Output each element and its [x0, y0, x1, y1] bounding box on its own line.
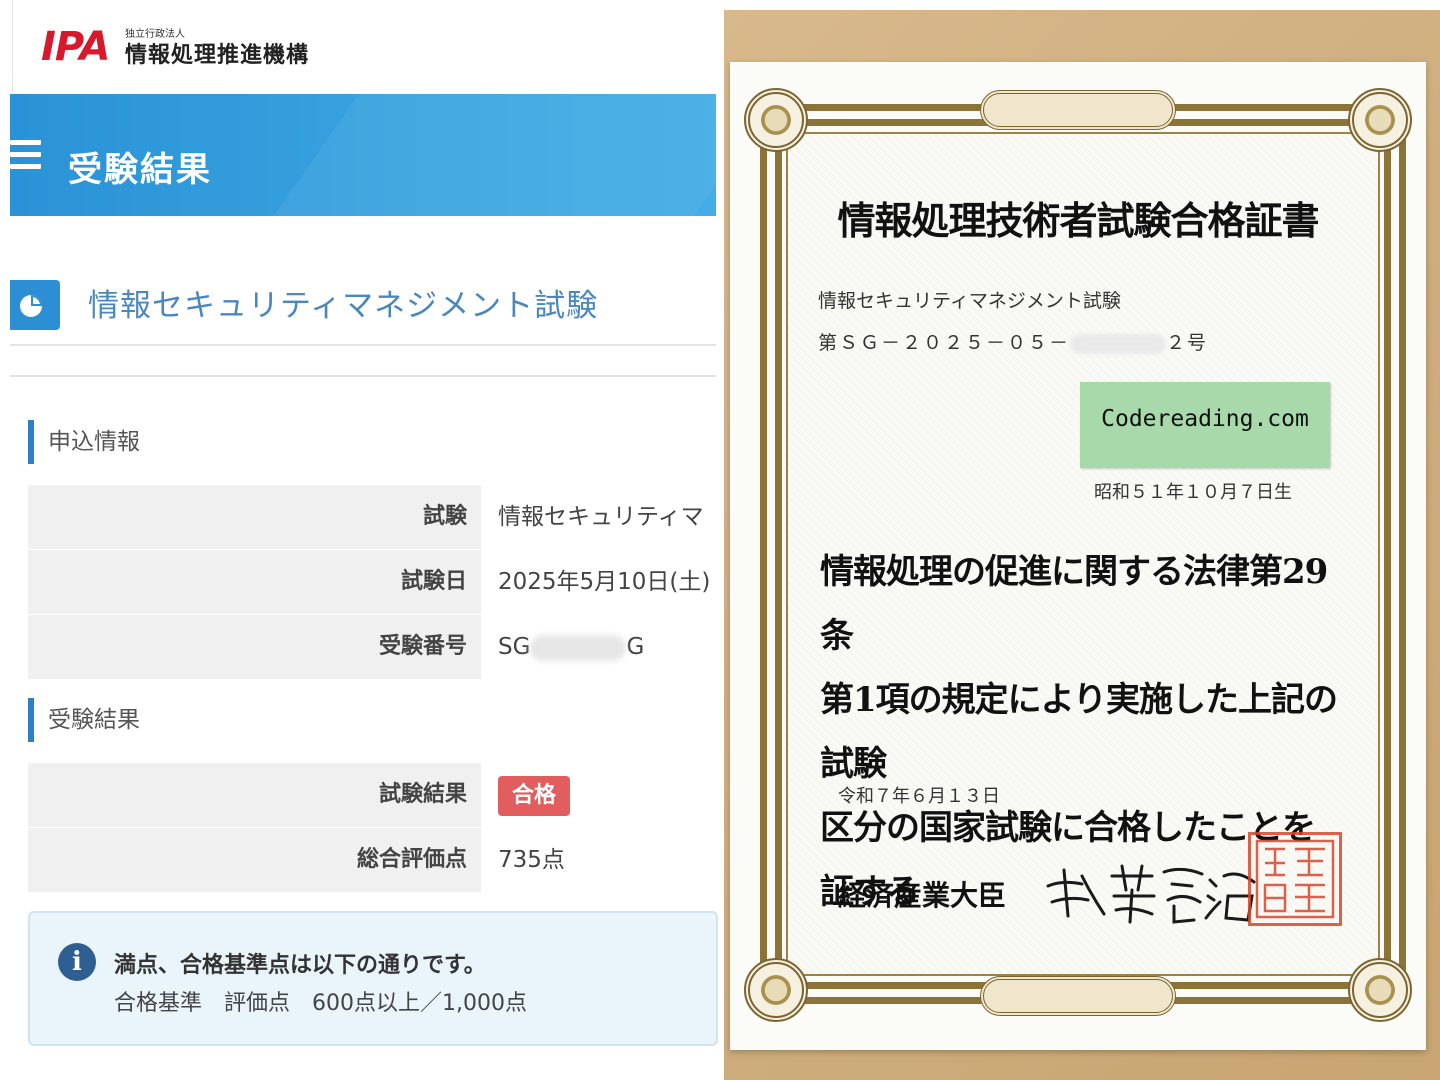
corner-ornament — [1348, 958, 1412, 1022]
page-title: 受験結果 — [68, 150, 212, 190]
row-value: 情報セキュリティマ — [481, 485, 718, 549]
section-application-label: 申込情報 — [28, 420, 140, 464]
sticker-text: Codereading.com — [1101, 406, 1309, 432]
examinee-number-prefix: SG — [498, 634, 531, 660]
site-header: IPA 独立行政法人 情報処理推進機構 — [12, 0, 718, 92]
corner-ornament — [1348, 88, 1412, 152]
exam-name: 情報セキュリティマネジメント試験 — [88, 288, 599, 324]
org-name: 情報処理推進機構 — [125, 43, 310, 68]
certificate-number-suffix: ２号 — [1166, 332, 1209, 354]
info-detail: 合格基準 評価点 600点以上／1,000点 — [114, 991, 527, 1016]
official-seal — [1248, 832, 1342, 926]
row-key: 受験番号 — [28, 615, 481, 679]
row-key: 試験結果 — [28, 763, 481, 827]
ipa-result-panel: IPA 独立行政法人 情報処理推進機構 受験結果 情報セキュリティマネジメント試… — [0, 0, 718, 1080]
certificate-title: 情報処理技術者試験合格証書 — [837, 198, 1319, 243]
result-table: 試験結果 合格 総合評価点 735点 — [28, 763, 718, 893]
table-row: 試験 情報セキュリティマ — [28, 485, 718, 550]
birth-date: 昭和５１年１０月７日生 — [1094, 482, 1292, 503]
row-key: 試験日 — [28, 550, 481, 614]
name-cover-sticker: Codereading.com — [1080, 382, 1330, 468]
table-row: 受験番号 SG G — [28, 615, 718, 680]
row-value: 2025年5月10日(土) — [481, 550, 718, 614]
certificate-paper: 情報処理技術者試験合格証書 情報セキュリティマネジメント試験 第ＳＧ－２０２５－… — [730, 62, 1426, 1050]
certificate-photo: 情報処理技術者試験合格証書 情報セキュリティマネジメント試験 第ＳＧ－２０２５－… — [724, 10, 1440, 1080]
pass-badge: 合格 — [498, 775, 571, 816]
row-key: 総合評価点 — [28, 828, 481, 892]
divider — [10, 375, 716, 377]
exam-heading: 情報セキュリティマネジメント試験 — [10, 270, 716, 346]
certificate-number-prefix: 第ＳＧ－２０２５－０５－ — [818, 332, 1071, 354]
body-line: 情報処理の促進に関する法律第29条 — [820, 552, 1328, 656]
issue-date: 令和７年６月１３日 — [838, 786, 1000, 807]
top-ornament — [980, 90, 1176, 130]
examinee-number-suffix: G — [626, 634, 645, 660]
section-result-label: 受験結果 — [28, 698, 140, 742]
info-box: i 満点、合格基準点は以下の通りです。 合格基準 評価点 600点以上／1,00… — [28, 911, 718, 1046]
table-row: 試験日 2025年5月10日(土) — [28, 550, 718, 615]
row-value: 合格 — [481, 763, 718, 827]
page-title-bar: 受験結果 — [10, 94, 716, 216]
row-key: 試験 — [28, 485, 481, 549]
table-row: 総合評価点 735点 — [28, 828, 718, 893]
redaction-blur — [530, 634, 627, 661]
hamburger-menu-icon[interactable] — [10, 140, 42, 172]
application-table: 試験 情報セキュリティマ 試験日 2025年5月10日(土) 受験番号 SG G — [28, 485, 718, 680]
body-line: 第1項の規定により実施した上記の試験 — [820, 680, 1338, 784]
corner-ornament — [744, 88, 808, 152]
pie-chart-icon — [10, 280, 60, 330]
certificate-exam: 情報セキュリティマネジメント試験 — [818, 290, 1121, 312]
certificate-number: 第ＳＧ－２０２５－０５－ ２号 — [818, 328, 1208, 355]
table-row: 試験結果 合格 — [28, 763, 718, 828]
score-value: 735点 — [481, 828, 718, 892]
handwritten-signature — [1046, 864, 1256, 924]
redaction-blur — [1070, 334, 1167, 354]
info-heading: 満点、合格基準点は以下の通りです。 — [114, 953, 486, 978]
info-icon: i — [58, 943, 96, 981]
ipa-logo[interactable]: IPA — [41, 24, 110, 70]
bottom-ornament — [980, 976, 1176, 1016]
corner-ornament — [744, 958, 808, 1022]
examinee-number: SG G — [481, 615, 718, 679]
minister-title: 経済産業大臣 — [838, 879, 1007, 912]
